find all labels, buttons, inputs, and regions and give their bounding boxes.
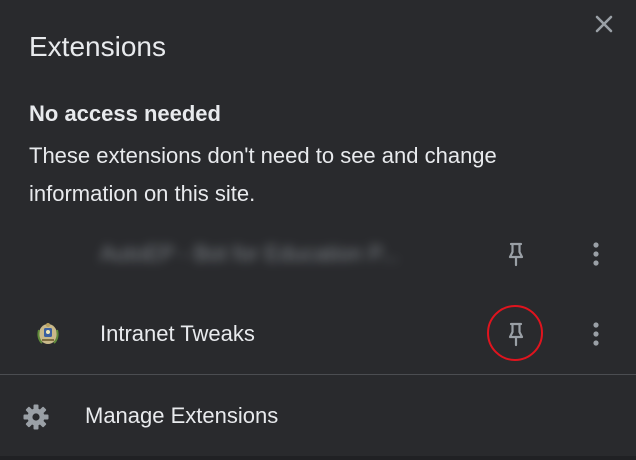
extensions-popup: Extensions No access needed These extens… xyxy=(0,0,636,460)
pin-button[interactable] xyxy=(496,314,536,354)
section-heading: No access needed xyxy=(29,101,221,126)
pin-icon xyxy=(508,322,524,347)
pin-icon xyxy=(508,242,524,267)
crest-icon xyxy=(34,320,62,348)
more-options-button[interactable] xyxy=(578,314,614,354)
popup-title: Extensions xyxy=(29,31,166,62)
section-description: These extensions don't need to see and c… xyxy=(29,143,497,206)
pin-button[interactable] xyxy=(496,234,536,274)
close-button[interactable] xyxy=(588,8,620,40)
more-vert-icon xyxy=(593,242,599,266)
more-options-button[interactable] xyxy=(578,234,614,274)
extension-row[interactable]: AutoEP - Bot for Education P... xyxy=(0,224,636,284)
popup-bottom-edge xyxy=(0,456,636,460)
manage-extensions-button[interactable]: Manage Extensions xyxy=(0,376,636,456)
manage-extensions-label: Manage Extensions xyxy=(85,403,279,428)
extension-name: Intranet Tweaks xyxy=(100,321,255,346)
extension-name: AutoEP - Bot for Education P... xyxy=(100,241,399,266)
gear-icon xyxy=(22,403,50,431)
more-vert-icon xyxy=(593,322,599,346)
extension-row[interactable]: Intranet Tweaks xyxy=(0,304,636,364)
divider xyxy=(0,374,636,375)
close-icon xyxy=(595,15,613,33)
